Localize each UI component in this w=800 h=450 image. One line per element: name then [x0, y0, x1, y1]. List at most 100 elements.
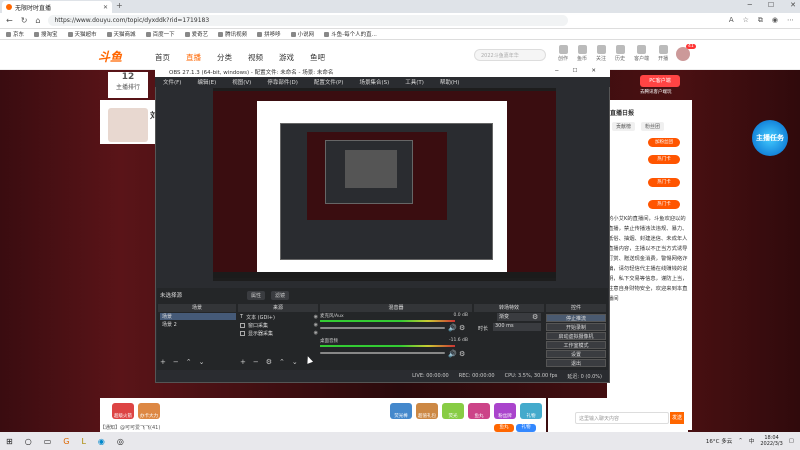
down-icon[interactable]: ⌄ — [292, 358, 298, 366]
rank-box[interactable]: 12 主播排行 — [108, 72, 148, 98]
chat-send-button[interactable]: 发送 — [670, 412, 684, 424]
scene-item[interactable]: 场景 2 — [160, 321, 236, 328]
menu-edit[interactable]: 编辑(E) — [197, 78, 216, 86]
eye-icon[interactable]: ◉ — [314, 322, 318, 328]
clock[interactable]: 18:04 2022/3/3 — [760, 435, 782, 447]
profile-icon[interactable]: ◉ — [772, 16, 778, 25]
menu-tools[interactable]: 工具(T) — [405, 78, 424, 86]
chat-input[interactable]: 这里输入聊天内容 — [575, 412, 669, 424]
header-icon-history[interactable]: 历史 — [615, 45, 625, 62]
weather[interactable]: 16°C 多云 — [706, 437, 732, 445]
scene-item[interactable]: 场景 — [160, 313, 236, 320]
minimize-icon[interactable]: ─ — [748, 1, 752, 9]
virtual-camera-button[interactable]: 启动虚拟摄像机 — [546, 332, 606, 340]
source-item[interactable]: T 文本 (GDI+) ◉ — [240, 313, 318, 321]
gift-item[interactable]: 办卡大力 — [138, 403, 160, 419]
tab-fans[interactable]: 粉丝团 — [641, 122, 665, 131]
hot-card-button[interactable]: 热门卡 — [648, 178, 680, 187]
hot-card-button[interactable]: 热门卡 — [648, 200, 680, 209]
gear-icon[interactable]: ⚙ — [459, 350, 465, 358]
new-tab-icon[interactable]: + — [116, 1, 123, 10]
streamer-task-promo[interactable]: 主播任务 — [752, 120, 788, 156]
hot-card-button[interactable]: 热门卡 — [648, 155, 680, 164]
gift-button[interactable]: 礼物 — [516, 424, 536, 432]
obs-close-icon[interactable]: ✕ — [591, 68, 596, 75]
nav-games[interactable]: 游戏 — [279, 52, 294, 63]
up-icon[interactable]: ⌃ — [279, 358, 285, 366]
remove-icon[interactable]: − — [253, 358, 259, 366]
browser-tab[interactable]: 无限时时直播 ✕ — [2, 1, 112, 13]
menu-help[interactable]: 帮助(H) — [440, 78, 459, 86]
filters-button[interactable]: 滤镜 — [271, 291, 290, 300]
fishball-button[interactable]: 鱼丸 — [494, 424, 514, 432]
header-icon-client[interactable]: 客户端 — [634, 45, 649, 62]
user-avatar[interactable] — [676, 47, 690, 61]
remove-icon[interactable]: − — [173, 358, 179, 366]
settings-button[interactable]: 设置 — [546, 350, 606, 358]
source-item[interactable]: 窗口采集 ◉ — [240, 321, 318, 329]
fav-item[interactable]: 京东 — [6, 30, 24, 38]
exit-button[interactable]: 退出 — [546, 359, 606, 367]
fav-item[interactable]: 天猫超市 — [67, 30, 97, 38]
nav-category[interactable]: 分类 — [217, 52, 232, 63]
gift-item[interactable]: 超值礼包 — [416, 403, 438, 419]
gift-item[interactable]: 荧光 — [442, 403, 464, 419]
gear-icon[interactable]: ⚙ — [532, 313, 538, 321]
site-search-input[interactable]: 2022斗鱼嘉年华 — [474, 49, 546, 61]
header-icon-follow[interactable]: 关注 — [596, 45, 606, 62]
source-item[interactable]: 显示器采集 ◉ — [240, 329, 318, 337]
gift-item[interactable]: 超级火箭 — [112, 403, 134, 419]
maximize-icon[interactable]: ☐ — [768, 1, 774, 9]
fav-item[interactable]: 小说网 — [290, 30, 314, 38]
add-icon[interactable]: + — [160, 358, 166, 366]
speaker-icon[interactable]: 🔊 — [448, 350, 457, 358]
speaker-icon[interactable]: 🔊 — [448, 324, 457, 332]
read-aloud-icon[interactable]: A — [729, 16, 734, 25]
volume-slider[interactable] — [320, 327, 445, 329]
join-fans-button[interactable]: 加粉丝团 — [648, 138, 680, 147]
tab-contribution[interactable]: 贡献榜 — [612, 122, 636, 131]
pc-client-button[interactable]: PC客户端 — [640, 75, 680, 87]
nav-video[interactable]: 视频 — [248, 52, 263, 63]
volume-slider[interactable] — [320, 352, 445, 354]
app-l-icon[interactable]: L — [81, 437, 85, 446]
menu-file[interactable]: 文件(F) — [163, 78, 181, 86]
search-icon[interactable]: ○ — [25, 437, 32, 446]
eye-icon[interactable]: ◉ — [314, 330, 318, 336]
duration-input[interactable]: 300 ms — [493, 323, 541, 331]
studio-mode-button[interactable]: 工作室模式 — [546, 341, 606, 349]
gift-item[interactable]: 荧光棒 — [390, 403, 412, 419]
up-icon[interactable]: ⌃ — [186, 358, 192, 366]
home-icon[interactable]: ⌂ — [35, 16, 40, 25]
close-icon[interactable]: ✕ — [790, 1, 796, 9]
gift-item[interactable]: 粉丝牌 — [494, 403, 516, 419]
close-tab-icon[interactable]: ✕ — [103, 4, 108, 11]
fav-item[interactable]: 拼哆哆 — [257, 30, 281, 38]
header-icon-create[interactable]: 创作 — [558, 45, 568, 62]
fav-item[interactable]: 百度一下 — [145, 30, 175, 38]
gift-item[interactable]: 鱼丸 — [468, 403, 490, 419]
task-view-icon[interactable]: ▭ — [44, 437, 52, 446]
edge-icon[interactable]: ◉ — [98, 437, 105, 446]
menu-scene-collection[interactable]: 场景集合(S) — [359, 78, 389, 86]
fav-item[interactable]: 腾讯视频 — [218, 30, 247, 38]
stop-streaming-button[interactable]: 停止推流 — [546, 314, 606, 322]
nav-yuba[interactable]: 鱼吧 — [310, 52, 325, 63]
nav-home[interactable]: 首页 — [155, 52, 170, 63]
refresh-icon[interactable]: ↻ — [21, 16, 28, 25]
menu-docks[interactable]: 停靠部件(D) — [267, 78, 298, 86]
gift-item[interactable]: 礼物 — [520, 403, 542, 419]
obs-minimize-icon[interactable]: ─ — [555, 68, 558, 75]
menu-profile[interactable]: 配置文件(P) — [314, 78, 344, 86]
header-icon-coins[interactable]: 鱼币 — [577, 45, 587, 62]
collections-icon[interactable]: ⧉ — [758, 16, 763, 25]
site-logo[interactable]: 斗鱼 — [98, 48, 122, 65]
fav-item[interactable]: 天猫商城 — [106, 30, 136, 38]
menu-view[interactable]: 视图(V) — [232, 78, 251, 86]
start-icon[interactable]: ⊞ — [6, 437, 13, 446]
chevron-up-icon[interactable]: ⌃ — [738, 438, 743, 444]
more-icon[interactable]: ⋯ — [787, 16, 794, 25]
nav-live[interactable]: 直播 — [186, 52, 201, 63]
down-icon[interactable]: ⌄ — [199, 358, 205, 366]
fav-item[interactable]: 搜淘宝 — [34, 30, 58, 38]
